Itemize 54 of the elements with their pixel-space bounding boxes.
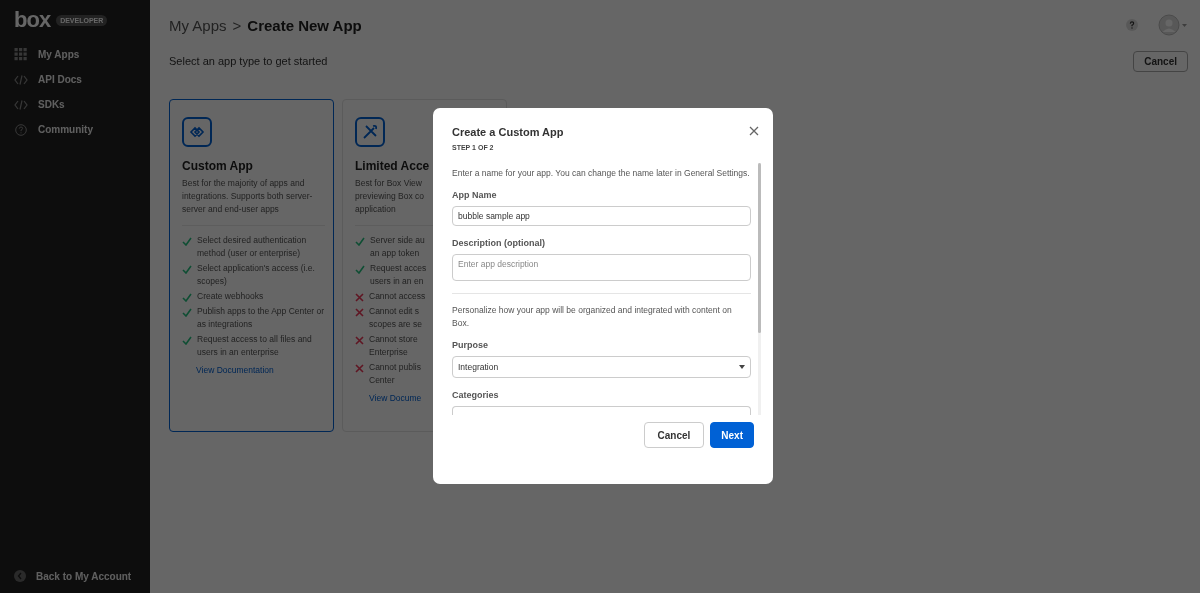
feature-text: Cannot store (369, 333, 418, 346)
app-name-field[interactable]: bubble sample app (452, 206, 751, 226)
next-button[interactable]: Next (710, 422, 754, 448)
feature-text: Request acces (370, 262, 427, 275)
help-icon (1126, 19, 1138, 31)
feature-text: Select application's access (i.e. scopes) (197, 262, 316, 288)
close-icon (749, 126, 759, 136)
code-icon (14, 74, 28, 85)
card-description: application (355, 203, 396, 216)
card-description: previewing Box co (355, 190, 424, 203)
dialog-title: Create a Custom App (452, 126, 564, 138)
tools-icon (355, 117, 385, 147)
nav-item[interactable]: API Docs (0, 67, 150, 92)
purpose-dropdown[interactable]: Integration (452, 356, 751, 378)
code-icon (14, 99, 28, 110)
grid-icon (14, 48, 28, 61)
page-title: Create New App (247, 16, 362, 34)
subtitle: Select an app type to get started (169, 55, 328, 67)
close-button[interactable] (749, 126, 759, 136)
cancel-button[interactable]: Cancel (1133, 50, 1188, 72)
feature-text: Center (369, 374, 395, 387)
documentation-link[interactable]: View Documentation (196, 365, 274, 375)
breadcrumb-link[interactable]: My Apps (169, 16, 227, 34)
feature-text: Create webhooks (197, 290, 264, 303)
card-description: Best for Box View (355, 177, 422, 190)
field-label: Categories (452, 390, 500, 400)
avatar-icon (1158, 14, 1188, 36)
field-label: App Name (452, 190, 498, 200)
help-icon (14, 123, 28, 136)
feature-text: scopes are se (369, 318, 422, 331)
nav-item[interactable]: My Apps (0, 42, 150, 67)
instruction-text: Enter a name for your app. You can change the name later in General Settings. (452, 167, 751, 180)
card-title: Limited Acce (355, 159, 430, 173)
field-label: Description (optional) (452, 238, 546, 248)
feature-text: an app token (370, 247, 420, 260)
caret-icon (739, 365, 745, 369)
nav-item[interactable]: SDKs (0, 92, 150, 117)
scrollbar[interactable] (758, 163, 761, 415)
scrollbar-thumb[interactable] (758, 163, 761, 333)
field-label: Purpose (452, 340, 489, 350)
documentation-link[interactable]: View Docume (369, 393, 422, 403)
instruction-text: Personalize how your app will be organized and integrated with content on Box. (452, 304, 733, 330)
card-title: Custom App (182, 159, 253, 173)
cancel-button[interactable]: Cancel (643, 422, 705, 448)
feature-text: Server side au (370, 234, 425, 247)
feature-text: Cannot publis (369, 361, 421, 374)
logo: box (14, 8, 51, 32)
categories-field[interactable] (452, 406, 751, 415)
breadcrumb-separator: > (232, 16, 242, 34)
feature-text: Enterprise (369, 346, 408, 359)
nav-item[interactable]: Community (0, 117, 150, 142)
back-link[interactable]: Back to My Account (0, 565, 150, 587)
description-field[interactable]: Enter app description (452, 254, 751, 281)
feature-text: Cannot access (369, 290, 426, 303)
